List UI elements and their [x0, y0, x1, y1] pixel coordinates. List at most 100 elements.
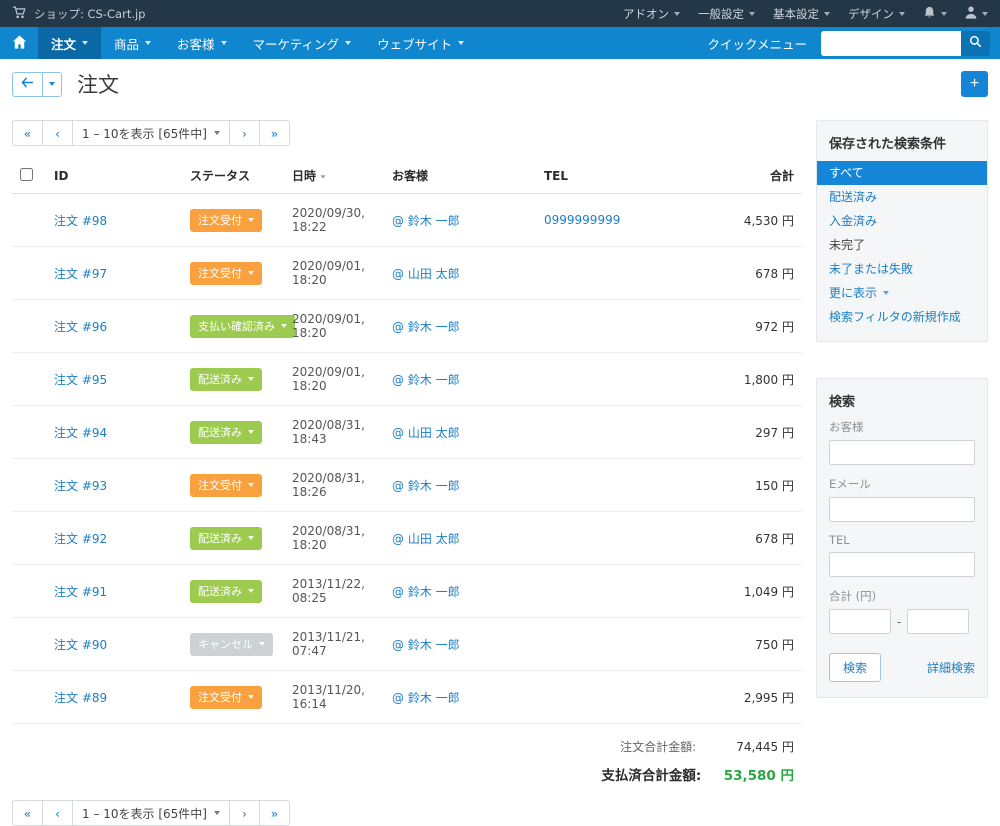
order-total: 678 円: [684, 511, 802, 565]
order-customer-link[interactable]: @ 鈴木 一郎: [392, 691, 460, 705]
nav-item-products[interactable]: 商品: [101, 27, 164, 59]
nav-item-customers[interactable]: お客様: [164, 27, 240, 59]
order-customer-link[interactable]: @ 鈴木 一郎: [392, 585, 460, 599]
saved-search-item[interactable]: 未了または失敗: [817, 257, 987, 281]
quick-menu-link[interactable]: クイックメニュー: [707, 34, 807, 53]
saved-search-item-label: 未了または失敗: [829, 262, 914, 276]
pagination-prev-button[interactable]: ‹: [42, 120, 73, 146]
header-tel[interactable]: TEL: [536, 158, 684, 194]
nav-item-label: お客様: [177, 36, 215, 52]
add-order-button[interactable]: +: [961, 71, 988, 97]
pagination-last-button[interactable]: »: [258, 120, 290, 146]
customer-search-input[interactable]: [829, 440, 975, 465]
order-status-badge[interactable]: 注文受付: [190, 261, 262, 285]
topbar-menu-general-settings[interactable]: 一般設定: [698, 6, 755, 22]
table-row: 注文 #91 配送済み 2013/11/22, 08:25 @ 鈴木 一郎 1,…: [12, 564, 802, 618]
order-id-link[interactable]: 注文 #98: [54, 214, 107, 228]
order-status-badge[interactable]: 配送済み: [190, 526, 262, 550]
header-datetime[interactable]: 日時: [284, 158, 384, 194]
order-id-link[interactable]: 注文 #90: [54, 638, 107, 652]
order-id-link[interactable]: 注文 #91: [54, 585, 107, 599]
order-id-link[interactable]: 注文 #93: [54, 479, 107, 493]
saved-search-item[interactable]: 配送済み: [817, 185, 987, 209]
order-total: 2,995 円: [684, 670, 802, 724]
home-button[interactable]: [0, 27, 38, 59]
pagination-first-button[interactable]: «: [12, 120, 43, 146]
order-status-badge[interactable]: 注文受付: [190, 208, 262, 232]
back-button[interactable]: [12, 71, 43, 97]
paid-total-value: 53,580 円: [723, 768, 794, 784]
global-search-input[interactable]: [821, 30, 961, 56]
order-customer-link[interactable]: @ 山田 太郎: [392, 532, 460, 546]
pagination-range-dropdown[interactable]: 1 – 10を表示 [65件中]: [72, 120, 230, 146]
order-status-badge[interactable]: 配送済み: [190, 579, 262, 603]
order-customer-link[interactable]: @ 鈴木 一郎: [392, 320, 460, 334]
table-header-row: ID ステータス 日時 お客様 TEL 合計: [12, 158, 802, 194]
shop-selector[interactable]: ショップ: CS-Cart.jp: [12, 6, 145, 22]
order-tel-link[interactable]: 0999999999: [544, 213, 620, 227]
order-datetime: 2020/09/01, 18:20: [292, 312, 365, 340]
back-dropdown-button[interactable]: [43, 71, 62, 97]
saved-search-item[interactable]: すべて: [817, 161, 987, 185]
advanced-search-link[interactable]: 詳細検索: [927, 659, 975, 676]
topbar-menu-addons[interactable]: アドオン: [623, 6, 680, 22]
total-max-input[interactable]: [907, 609, 970, 634]
pagination-range-dropdown[interactable]: 1 – 10を表示 [65件中]: [72, 800, 230, 826]
saved-search-item-label: 検索フィルタの新規作成: [829, 310, 961, 324]
order-status-badge[interactable]: 注文受付: [190, 473, 262, 497]
global-search-button[interactable]: [961, 30, 990, 56]
saved-search-item-label: 配送済み: [829, 190, 878, 204]
header-total[interactable]: 合計: [684, 158, 802, 194]
email-search-input[interactable]: [829, 497, 975, 522]
nav-item-orders[interactable]: 注文: [38, 27, 102, 59]
order-id-link[interactable]: 注文 #96: [54, 320, 107, 334]
saved-search-item[interactable]: 入金済み: [817, 209, 987, 233]
order-customer-link[interactable]: @ 鈴木 一郎: [392, 373, 460, 387]
order-customer-link[interactable]: @ 山田 太郎: [392, 267, 460, 281]
order-status-badge[interactable]: 配送済み: [190, 420, 262, 444]
header-id[interactable]: ID: [46, 158, 182, 194]
tel-search-field: TEL: [817, 533, 987, 577]
order-status-badge[interactable]: キャンセル: [190, 632, 273, 656]
pagination-first-button[interactable]: «: [12, 800, 43, 826]
table-row: 注文 #98 注文受付 2020/09/30, 18:22 @ 鈴木 一郎 09…: [12, 193, 802, 247]
order-customer-link[interactable]: @ 鈴木 一郎: [392, 214, 460, 228]
chevron-down-icon: [883, 290, 890, 295]
chevron-down-icon: [82, 41, 89, 45]
chevron-down-icon: [49, 82, 55, 86]
order-status-badge[interactable]: 配送済み: [190, 367, 262, 391]
header-status[interactable]: ステータス: [182, 158, 284, 194]
order-customer-link[interactable]: @ 鈴木 一郎: [392, 479, 460, 493]
nav-item-marketing[interactable]: マーケティング: [240, 27, 365, 59]
select-all-checkbox[interactable]: [20, 167, 33, 181]
pagination-last-button[interactable]: »: [258, 800, 290, 826]
topbar-menu-basic-settings[interactable]: 基本設定: [773, 6, 830, 22]
saved-search-list: すべて 配送済み 入金済み 未完了 未了または失敗 更に表示 検索フィルタの新規…: [817, 161, 987, 341]
topbar-menu-design[interactable]: デザイン: [848, 6, 905, 22]
pagination-next-button[interactable]: ›: [228, 800, 260, 826]
order-customer-link[interactable]: @ 鈴木 一郎: [392, 638, 460, 652]
order-id-link[interactable]: 注文 #89: [54, 691, 107, 705]
order-status-badge[interactable]: 支払い確認済み: [190, 314, 295, 338]
chevron-down-icon: [982, 11, 988, 16]
order-customer-link[interactable]: @ 山田 太郎: [392, 426, 460, 440]
saved-search-item[interactable]: 検索フィルタの新規作成: [817, 305, 987, 329]
total-min-input[interactable]: [829, 609, 891, 634]
order-id-link[interactable]: 注文 #94: [54, 426, 107, 440]
pagination-next-button[interactable]: ›: [228, 120, 260, 146]
header-customer[interactable]: お客様: [384, 158, 536, 194]
search-button[interactable]: 検索: [829, 653, 882, 682]
order-status-badge[interactable]: 注文受付: [190, 685, 262, 709]
order-id-link[interactable]: 注文 #95: [54, 373, 107, 387]
saved-search-item[interactable]: 更に表示: [817, 281, 987, 305]
order-id-link[interactable]: 注文 #97: [54, 267, 107, 281]
user-account-menu[interactable]: [965, 6, 988, 22]
saved-search-item[interactable]: 未完了: [817, 233, 987, 257]
nav-item-website[interactable]: ウェブサイト: [364, 27, 477, 59]
pagination-range-label: 1 – 10を表示 [65件中]: [82, 806, 207, 821]
notifications-menu[interactable]: [923, 6, 947, 22]
order-id-link[interactable]: 注文 #92: [54, 532, 107, 546]
tel-search-input[interactable]: [829, 552, 975, 577]
chevron-down-icon: [248, 482, 254, 487]
pagination-prev-button[interactable]: ‹: [42, 800, 73, 826]
